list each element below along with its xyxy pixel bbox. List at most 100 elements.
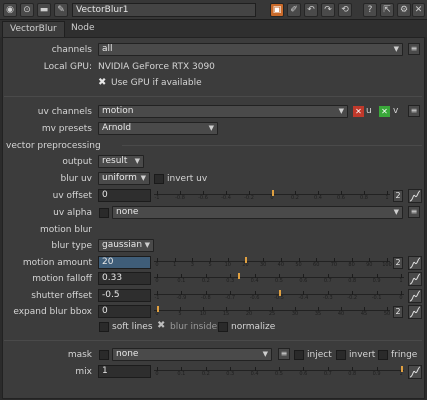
float-icon[interactable]: ⇱ (380, 3, 394, 17)
slider-tick-label: -0.8 (175, 195, 185, 201)
soft-lines-label: soft lines (112, 322, 153, 332)
slider-handle[interactable] (401, 366, 403, 372)
wand-icon[interactable]: ✎ (54, 3, 68, 17)
shutter-offset-slider[interactable]: -1 -0.9 -0.8 -0.7 -0.6 -0.5 -0.4 -0.3 -0.2 -0.1 0 (154, 289, 404, 302)
slider-tick-label: 50 (383, 311, 391, 317)
motion-amount-animation-icon[interactable] (408, 256, 422, 270)
motion-falloff-slider[interactable]: 0 0.1 0.2 0.3 0.4 0.5 0.6 0.7 0.8 0.9 1 (154, 272, 404, 285)
slider-tick-label: 25 (268, 311, 276, 317)
mask-dropdown[interactable]: none ▼ (112, 348, 272, 361)
uv-offset-split-button[interactable]: 2 (393, 190, 403, 202)
mix-input[interactable]: 1 (98, 365, 151, 378)
uv-offset-animation-icon[interactable] (408, 189, 422, 203)
color-icon[interactable]: ▣ (270, 3, 284, 17)
slider-handle[interactable] (237, 273, 240, 279)
slider-tick-label: 35 (314, 311, 322, 317)
close-icon[interactable]: ✕ (412, 3, 425, 17)
slider-tick-label: 0.9 (372, 278, 381, 284)
fringe-checkbox[interactable] (378, 350, 388, 360)
slider-tick-label: 0.5 (275, 278, 283, 284)
slider-tick-label: 30 (291, 311, 299, 317)
slider-tick-label: 20 (245, 311, 253, 317)
u-channel-toggle-icon[interactable]: ✕ (353, 106, 364, 117)
mix-slider[interactable]: 0 0.1 0.2 0.3 0.4 0.5 0.6 0.7 0.8 0.9 1 (154, 365, 404, 378)
invert-checkbox[interactable] (336, 350, 346, 360)
motion-amount-split-button[interactable]: 2 (393, 257, 403, 269)
motion-falloff-animation-icon[interactable] (408, 272, 422, 286)
uv-offset-input[interactable]: 0 (98, 189, 151, 202)
slider-tick-label: 0.8 (360, 195, 368, 201)
slider-tick-label: 45 (360, 311, 368, 317)
expand-blur-bbox-split-button[interactable]: 2 (393, 306, 403, 318)
tab-vectorblur[interactable]: VectorBlur (2, 21, 65, 37)
use-gpu-check-icon[interactable]: ✖ (98, 77, 106, 88)
settings-icon[interactable]: ⚙ (397, 3, 411, 17)
shutter-offset-animation-icon[interactable] (408, 289, 422, 303)
expand-blur-bbox-slider[interactable]: 0 5 10 15 20 25 30 35 40 45 50 (154, 305, 390, 318)
inject-checkbox[interactable] (294, 350, 304, 360)
shutter-offset-label: shutter offset (31, 291, 92, 301)
slider-tick-label: 1 (399, 278, 403, 284)
vector-icon[interactable]: ▬ (37, 3, 51, 17)
mask-checkbox[interactable] (99, 350, 109, 360)
slider-handle[interactable] (157, 306, 159, 312)
tab-node[interactable]: Node (64, 21, 102, 37)
tab-bar: VectorBlur Node (0, 20, 427, 37)
local-gpu-value: NVIDIA GeForce RTX 3090 (98, 62, 215, 72)
edit-icon[interactable]: ✐ (287, 3, 301, 17)
slider-tick-label: 5 (178, 311, 182, 317)
slider-tick-label: -0.9 (176, 295, 187, 301)
uv-channels-dropdown[interactable]: motion ▼ (98, 105, 348, 118)
motion-falloff-input[interactable]: 0.33 (98, 272, 151, 285)
motion-amount-slider[interactable]: 0 1 3 5 10 20 30 40 50 60 70 80 90 100 (154, 256, 392, 269)
slider-handle[interactable] (245, 257, 248, 263)
slider-handle[interactable] (272, 190, 274, 196)
help-icon[interactable]: ? (363, 3, 377, 17)
mask-menu-icon[interactable]: ≡ (278, 348, 290, 360)
redo-icon[interactable]: ↷ (321, 3, 335, 17)
slider-tick-label: 5 (208, 262, 212, 268)
uv-alpha-menu-icon[interactable]: ≡ (408, 206, 420, 218)
slider-handle[interactable] (279, 290, 281, 296)
uv-offset-slider[interactable]: -1 -0.8 -0.6 -0.4 -0.2 0 0.2 0.4 0.6 0.8 1 (154, 189, 390, 202)
channels-menu-icon[interactable]: ≡ (408, 43, 420, 55)
soft-lines-checkbox[interactable] (99, 322, 109, 332)
undo-icon[interactable]: ↶ (304, 3, 318, 17)
motion-falloff-label: motion falloff (32, 274, 92, 284)
expand-blur-bbox-animation-icon[interactable] (408, 305, 422, 319)
channels-dropdown[interactable]: all ▼ (98, 43, 403, 56)
revert-icon[interactable]: ⟲ (338, 3, 352, 17)
slider-tick-label: 0.6 (299, 371, 308, 377)
slider-tick-label: 0.9 (372, 371, 381, 377)
expand-blur-bbox-input[interactable]: 0 (98, 305, 151, 318)
uv-alpha-dropdown[interactable]: none ▼ (112, 206, 403, 219)
mv-presets-dropdown[interactable]: Arnold ▼ (98, 122, 218, 135)
slider-tick-label: 0.8 (348, 278, 357, 284)
blur-uv-dropdown[interactable]: uniform ▼ (98, 172, 150, 185)
node-header: ◉ ⊙ ▬ ✎ VectorBlur1 ▣ ✐ ↶ ↷ ⟲ ? ⇱ ⚙ ✕ (0, 0, 427, 20)
motion-blur-label: motion blur (40, 225, 92, 235)
shutter-offset-input[interactable]: -0.5 (98, 289, 151, 302)
mix-label: mix (75, 367, 92, 377)
node-icon[interactable]: ◉ (3, 3, 17, 17)
slider-tick-label: 0.4 (250, 371, 259, 377)
uv-alpha-checkbox[interactable] (99, 208, 109, 218)
slider-tick-label: 0.2 (201, 371, 210, 377)
slider-tick-label: -0.6 (198, 195, 208, 201)
viewer-icon[interactable]: ⊙ (20, 3, 34, 17)
slider-tick-label: 0.7 (323, 278, 332, 284)
v-channel-toggle-icon[interactable]: ✕ (379, 106, 390, 117)
invert-label: invert (349, 350, 376, 360)
output-dropdown[interactable]: result ▼ (98, 155, 144, 168)
normalize-checkbox[interactable] (218, 322, 228, 332)
invert-uv-checkbox[interactable] (154, 174, 164, 184)
uv-channels-menu-icon[interactable]: ≡ (408, 105, 420, 117)
mix-animation-icon[interactable] (408, 365, 422, 379)
uv-alpha-label: uv alpha (53, 208, 92, 218)
node-name-field[interactable]: VectorBlur1 (72, 3, 256, 17)
output-label: output (62, 157, 92, 167)
slider-tick-label: 0.1 (177, 278, 186, 284)
blur-inside-check-icon[interactable]: ✖ (157, 320, 165, 331)
blur-type-dropdown[interactable]: gaussian ▼ (98, 239, 154, 252)
motion-amount-input[interactable]: 20 (98, 256, 151, 269)
